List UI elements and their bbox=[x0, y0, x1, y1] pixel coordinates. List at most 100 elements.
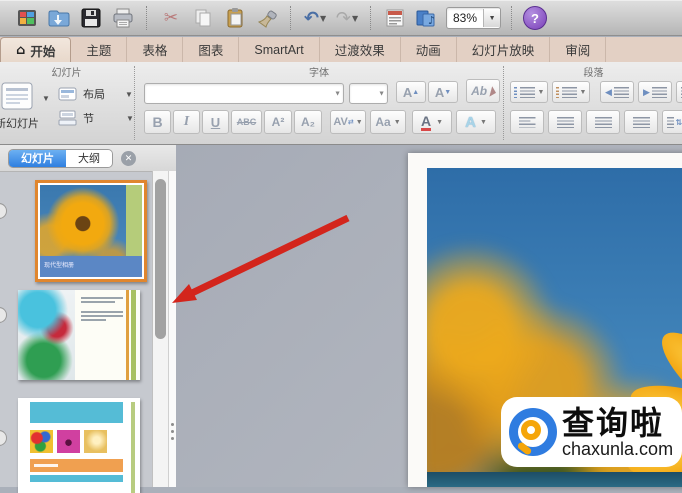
font-name-combo[interactable]: ▼ bbox=[144, 83, 344, 104]
align-right-button[interactable] bbox=[586, 110, 620, 134]
undo-icon[interactable]: ↶ ▼ bbox=[302, 5, 328, 31]
orange-strip bbox=[126, 290, 130, 380]
new-slide-button[interactable]: 新幻灯片 bbox=[0, 82, 40, 131]
panel-tab-label: 幻灯片 bbox=[21, 153, 54, 165]
tab-animations[interactable]: 动画 bbox=[401, 37, 457, 62]
teal-band-thin bbox=[30, 474, 123, 482]
align-left-button[interactable] bbox=[510, 110, 544, 134]
change-case-button[interactable]: Aa ▼ bbox=[370, 110, 406, 134]
columns-button[interactable]: ⇅ bbox=[662, 110, 682, 134]
redo-icon[interactable]: ↷ ▼ bbox=[334, 5, 360, 31]
shrink-font-button[interactable]: A ▼ bbox=[428, 81, 458, 103]
toolbar-separator bbox=[511, 6, 513, 30]
tab-label: 图表 bbox=[198, 44, 224, 58]
panel-scrollbar[interactable] bbox=[152, 171, 169, 487]
tab-themes[interactable]: 主题 bbox=[71, 37, 128, 62]
panel-scrollbar-thumb[interactable] bbox=[155, 179, 166, 339]
slide-3-preview bbox=[18, 398, 140, 493]
tab-charts[interactable]: 图表 bbox=[183, 37, 240, 62]
clear-formatting-label: Ab bbox=[471, 84, 488, 98]
open-icon[interactable] bbox=[46, 5, 72, 31]
numbering-button[interactable]: ▼ bbox=[552, 81, 590, 103]
dropdown-arrow-icon: ▼ bbox=[393, 118, 401, 126]
font-color-button[interactable]: A ▼ bbox=[412, 110, 452, 134]
dropdown-arrow-icon: ▼ bbox=[579, 88, 587, 96]
tab-label: 幻灯片放映 bbox=[471, 44, 535, 58]
help-icon[interactable]: ? bbox=[523, 6, 548, 30]
italic-label: I bbox=[183, 114, 190, 129]
teal-band bbox=[30, 401, 123, 423]
italic-button[interactable]: I bbox=[173, 110, 200, 134]
group-separator bbox=[503, 66, 504, 140]
new-presentation-icon[interactable] bbox=[14, 5, 40, 31]
zoom-dropdown-arrow-icon[interactable]: ▼ bbox=[483, 9, 501, 27]
group-label: 段落 bbox=[583, 68, 604, 79]
text-effects-button[interactable]: A ▼ bbox=[456, 110, 496, 134]
subscript-button[interactable]: A₂ bbox=[294, 110, 322, 134]
media-browser-icon[interactable]: ♪ bbox=[414, 5, 440, 31]
superscript-button[interactable]: A² bbox=[264, 110, 292, 134]
redo-dropdown-arrow-icon: ▼ bbox=[351, 13, 359, 23]
save-icon[interactable] bbox=[78, 5, 104, 31]
copy-icon[interactable] bbox=[190, 5, 216, 31]
clear-formatting-button[interactable]: Ab ◢ bbox=[466, 79, 500, 103]
align-center-button[interactable] bbox=[548, 110, 582, 134]
tab-transitions[interactable]: 过渡效果 bbox=[320, 37, 401, 62]
slide-1-caption: 现代型相册 bbox=[40, 255, 142, 277]
zoom-control[interactable]: 83% ▼ bbox=[446, 7, 502, 29]
font-color-label: A bbox=[420, 112, 432, 131]
section-dropdown-arrow-icon: ▼ bbox=[126, 113, 134, 123]
zoom-value[interactable]: 83% bbox=[447, 11, 483, 25]
slide-thumbnail-2[interactable] bbox=[18, 290, 140, 380]
bold-button[interactable]: B bbox=[144, 110, 171, 134]
green-strip bbox=[131, 401, 136, 493]
decrease-indent-button[interactable]: ◀ bbox=[600, 81, 634, 103]
slide-number-badge bbox=[0, 430, 7, 446]
character-spacing-button[interactable]: AV ⇄ ▼ bbox=[330, 110, 366, 134]
beakers-mini-photo bbox=[18, 290, 76, 380]
tab-smartart[interactable]: SmartArt bbox=[239, 37, 320, 62]
strikethrough-button[interactable]: ABC bbox=[231, 110, 262, 134]
print-icon[interactable] bbox=[110, 5, 136, 31]
new-slide-dropdown-arrow-icon[interactable]: ▼ bbox=[42, 94, 50, 103]
toolbar-separator bbox=[146, 6, 148, 30]
splitter-handle-icon[interactable] bbox=[171, 423, 174, 440]
close-panel-icon[interactable]: ✕ bbox=[121, 150, 136, 166]
section-button[interactable]: 节 ▼ bbox=[58, 110, 134, 126]
bullets-button[interactable]: ▼ bbox=[510, 81, 548, 103]
ribbon-group-paragraph: 段落 ▼ ▼ ◀ ▶ ⇅ bbox=[505, 62, 682, 144]
underline-button[interactable]: U bbox=[202, 110, 229, 134]
tab-review[interactable]: 审阅 bbox=[550, 37, 607, 62]
tab-tables[interactable]: 表格 bbox=[127, 37, 184, 62]
change-case-label: Aa bbox=[375, 115, 391, 129]
home-icon: ⌂ bbox=[16, 42, 26, 58]
group-label: 字体 bbox=[309, 68, 329, 79]
combo-arrow-icon[interactable]: ▼ bbox=[378, 90, 385, 97]
increase-indent-button[interactable]: ▶ bbox=[638, 81, 672, 103]
watermark-brand: 查询啦 bbox=[562, 404, 665, 441]
font-size-combo[interactable]: ▼ bbox=[349, 83, 388, 104]
toolbar-separator bbox=[290, 6, 292, 30]
cut-icon[interactable]: ✂ bbox=[158, 5, 184, 31]
slide-thumbnail-1[interactable]: 现代型相册 bbox=[35, 180, 147, 282]
tab-label: SmartArt bbox=[254, 42, 304, 57]
underline-label: U bbox=[210, 114, 221, 130]
grow-font-label: A bbox=[402, 84, 413, 100]
panel-tab-slides[interactable]: 幻灯片 bbox=[9, 149, 66, 167]
line-spacing-button[interactable] bbox=[676, 81, 682, 103]
tab-label: 表格 bbox=[142, 44, 168, 58]
grow-font-button[interactable]: A ▲ bbox=[396, 81, 426, 103]
paste-icon[interactable] bbox=[222, 5, 248, 31]
toolbar-separator bbox=[370, 6, 372, 30]
format-painter-icon[interactable] bbox=[254, 5, 280, 31]
show-formatting-icon[interactable] bbox=[382, 5, 408, 31]
slide-1-preview: 现代型相册 bbox=[40, 185, 142, 277]
tab-home[interactable]: ⌂ 开始 bbox=[0, 37, 72, 62]
layout-button[interactable]: 布局 ▼ bbox=[58, 86, 133, 102]
slide-thumbnail-3[interactable] bbox=[18, 398, 140, 493]
panel-tab-outline[interactable]: 大纲 bbox=[66, 149, 112, 167]
justify-button[interactable] bbox=[624, 110, 658, 134]
tab-slideshow[interactable]: 幻灯片放映 bbox=[457, 37, 551, 62]
combo-arrow-icon[interactable]: ▼ bbox=[334, 90, 341, 97]
tab-label: 主题 bbox=[86, 44, 112, 58]
